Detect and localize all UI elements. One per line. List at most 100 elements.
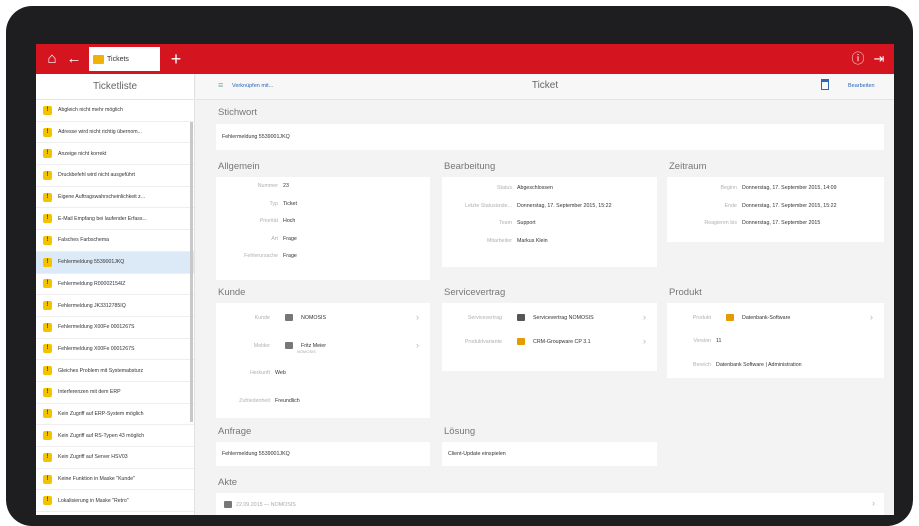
section-kunde: Kunde <box>218 287 246 298</box>
scrollbar[interactable] <box>190 122 193 422</box>
ticket-list-label: Fehlermeldung R00002154IZ <box>58 280 126 287</box>
top-bar: ⌂ ← Tickets + ⓘ ⇥ <box>36 44 894 74</box>
field-label: Zufriedenheit <box>239 398 270 404</box>
back-arrow-icon[interactable]: ← <box>64 49 84 69</box>
field-value: NOMOSIS <box>301 314 327 321</box>
ticket-list-item[interactable]: ! Lokalisierung in Maske "Retro" <box>36 490 194 513</box>
field-row: Reagieren bis Donnerstag, 17. September 2… <box>671 220 820 226</box>
ticket-list-label: Anzeige nicht korrekt <box>58 150 107 157</box>
field-row[interactable]: Produktvariante CRM-Groupware CP 3.1 <box>446 338 591 345</box>
warning-icon: ! <box>43 170 52 180</box>
field-row[interactable]: Servicevertrag Servicevertrag NOMOSIS <box>446 314 594 321</box>
ticket-list-item[interactable]: ! Fehlermeldung X00Fe 0001267S <box>36 339 194 361</box>
chevron-right-icon: › <box>416 312 419 322</box>
ticket-list-item[interactable]: ! Abgleich nicht mehr möglich <box>36 100 194 122</box>
ticket-list: ! Abgleich nicht mehr möglich! Adresse wir… <box>36 100 194 513</box>
field-label: Produktvariante <box>464 338 502 345</box>
field-value: 23 <box>283 183 289 189</box>
warning-icon: ! <box>43 301 52 311</box>
ticket-list-item[interactable]: ! Anzeige nicht korrekt <box>36 143 194 166</box>
warning-icon: ! <box>43 149 52 159</box>
edit-button[interactable]: Bearbeiten <box>848 83 875 89</box>
customer-icon <box>285 314 293 321</box>
field-row[interactable]: Produkt Datenbank-Software <box>671 314 790 321</box>
home-icon[interactable]: ⌂ <box>42 49 62 69</box>
ticket-detail: ≡ Verknüpfen mit... Ticket Bearbeiten St… <box>196 74 894 515</box>
tickets-icon <box>93 54 104 64</box>
ticket-list-item[interactable]: ! Kein Zugriff auf Server HSV03 <box>36 447 194 469</box>
ticket-list-item[interactable]: ! Fehlermeldung 5539001JKQ <box>36 251 194 274</box>
field-row[interactable]: Melder Fritz Meier NOMOSIS <box>220 342 326 354</box>
add-icon[interactable]: + <box>166 49 186 69</box>
stichwort-field[interactable]: Fehlermeldung 5539001JKQ <box>216 124 884 150</box>
field-row[interactable]: Kunde NOMOSIS <box>220 314 326 321</box>
field-label: Ende <box>724 202 737 209</box>
ticket-list-item[interactable]: ! Interferenzen mit dem ERP <box>36 382 194 404</box>
ticket-list-label: Fehlermeldung X00Fe 0001267S <box>58 324 135 331</box>
ticket-list-item[interactable]: ! E-Mail Empfang bei laufender Erfass... <box>36 208 194 231</box>
ticket-list-item[interactable]: ! Keine Funktion in Maske "Kunde" <box>36 469 194 491</box>
contact-icon <box>285 342 293 349</box>
detail-header: ≡ Verknüpfen mit... Ticket Bearbeiten <box>196 74 894 100</box>
field-value: CRM-Groupware CP 3.1 <box>533 338 591 345</box>
field-row: Team Support <box>446 220 536 226</box>
kunde-card: Kunde NOMOSIS › Melder Fritz Meier NOMOSIS › He… <box>216 303 430 418</box>
field-row: Fehlerursache Frage <box>220 253 297 259</box>
field-value: Donnerstag, 17. September 2015 <box>742 220 821 226</box>
field-value: 11 <box>716 338 722 344</box>
field-label: Typ <box>269 200 278 207</box>
field-row: Typ Ticket <box>220 200 296 207</box>
ticket-list-item[interactable]: ! Eigene Auftragswahrscheinlichkeit z... <box>36 187 194 209</box>
produkt-card: Produkt Datenbank-Software › Version 11 Berei… <box>667 303 884 378</box>
ticket-list-item[interactable]: ! Falsches Farbschema <box>36 230 194 252</box>
ticket-list-item[interactable]: ! Kein Zugriff auf ERP-System möglich <box>36 404 194 426</box>
info-icon[interactable]: ⓘ <box>848 49 868 69</box>
ticket-list-label: Adresse wird nicht richtig übernom... <box>58 129 142 136</box>
field-row: Mitarbeiter Markus Klein <box>446 238 548 244</box>
tab-tickets[interactable]: Tickets <box>89 47 160 71</box>
warning-icon: ! <box>43 496 52 506</box>
field-value: Freundlich <box>275 398 300 404</box>
field-label: Servicevertrag <box>467 314 502 321</box>
field-label: Art <box>271 235 278 242</box>
document-icon <box>517 314 525 321</box>
field-label: Beginn <box>720 185 738 191</box>
tab-label: Tickets <box>107 55 129 63</box>
app-screen: ⌂ ← Tickets + ⓘ ⇥ Ticketliste ! Abgleich … <box>36 44 894 515</box>
ticket-list-item[interactable]: ! Gleiches Problem mit Systemabsturz <box>36 360 194 382</box>
section-akte: Akte <box>218 477 238 488</box>
ticket-list-item[interactable]: ! Adresse wird nicht richtig übernom... <box>36 122 194 144</box>
ticket-list-item[interactable]: ! Fehlermeldung X00Fe 0001267S <box>36 317 194 339</box>
field-value: Servicevertrag NOMOSIS <box>533 314 594 321</box>
section-bearbeitung: Bearbeitung <box>444 161 496 172</box>
field-label: Reagieren bis <box>704 220 737 226</box>
field-row: Ende Donnerstag, 17. September 2015, 15:2… <box>671 203 837 209</box>
ticket-list-item[interactable]: ! Fehlermeldung R00002154IZ <box>36 274 194 296</box>
field-label: Herkunft <box>249 370 270 376</box>
loesung-field[interactable]: Client-Update einspielen <box>442 442 657 466</box>
field-label: Letzte Statusände... <box>464 202 512 209</box>
ticket-list-label: Fehlermeldung X00Fe 0001267S <box>58 345 135 352</box>
trash-icon[interactable] <box>821 79 829 90</box>
field-value: Markus Klein <box>517 237 548 244</box>
ticket-list-label: Lokalisierung in Maske "Retro" <box>58 497 129 504</box>
ticket-list-item[interactable]: ! Kein Zugriff auf RS-Typen 43 möglich <box>36 425 194 447</box>
field-value: Donnerstag, 17. September 2015, 15:22 <box>742 202 837 209</box>
servicevertrag-card: Servicevertrag Servicevertrag NOMOSIS › Pro… <box>442 303 657 371</box>
akte-row[interactable]: 22.09.2015 — NOMOSIS › <box>216 493 884 515</box>
ticket-list-label: E-Mail Empfang bei laufender Erfass... <box>58 215 147 222</box>
field-row: Nummer 23 <box>220 183 289 189</box>
ticket-list-label: Interferenzen mit dem ERP <box>58 389 121 396</box>
field-label: Version <box>693 338 711 344</box>
field-value: Donnerstag, 17. September 2015, 15:22 <box>517 202 612 209</box>
ticket-list-label: Gleiches Problem mit Systemabsturz <box>58 367 144 374</box>
field-value: Donnerstag, 17. September 2015, 14:09 <box>742 185 837 191</box>
akte-value: 22.09.2015 — NOMOSIS <box>236 501 296 508</box>
anfrage-field[interactable]: Fehlermeldung 5539001JKQ <box>216 442 430 466</box>
anfrage-value: Fehlermeldung 5539001JKQ <box>222 451 290 457</box>
ticket-list-item[interactable]: ! Druckbefehl wird nicht ausgeführt <box>36 165 194 187</box>
chevron-right-icon: › <box>643 312 646 322</box>
ticket-list-label: Kein Zugriff auf RS-Typen 43 möglich <box>58 432 145 439</box>
logout-icon[interactable]: ⇥ <box>869 49 889 69</box>
ticket-list-item[interactable]: ! Fehlermeldung JK3312785IQ <box>36 295 194 317</box>
